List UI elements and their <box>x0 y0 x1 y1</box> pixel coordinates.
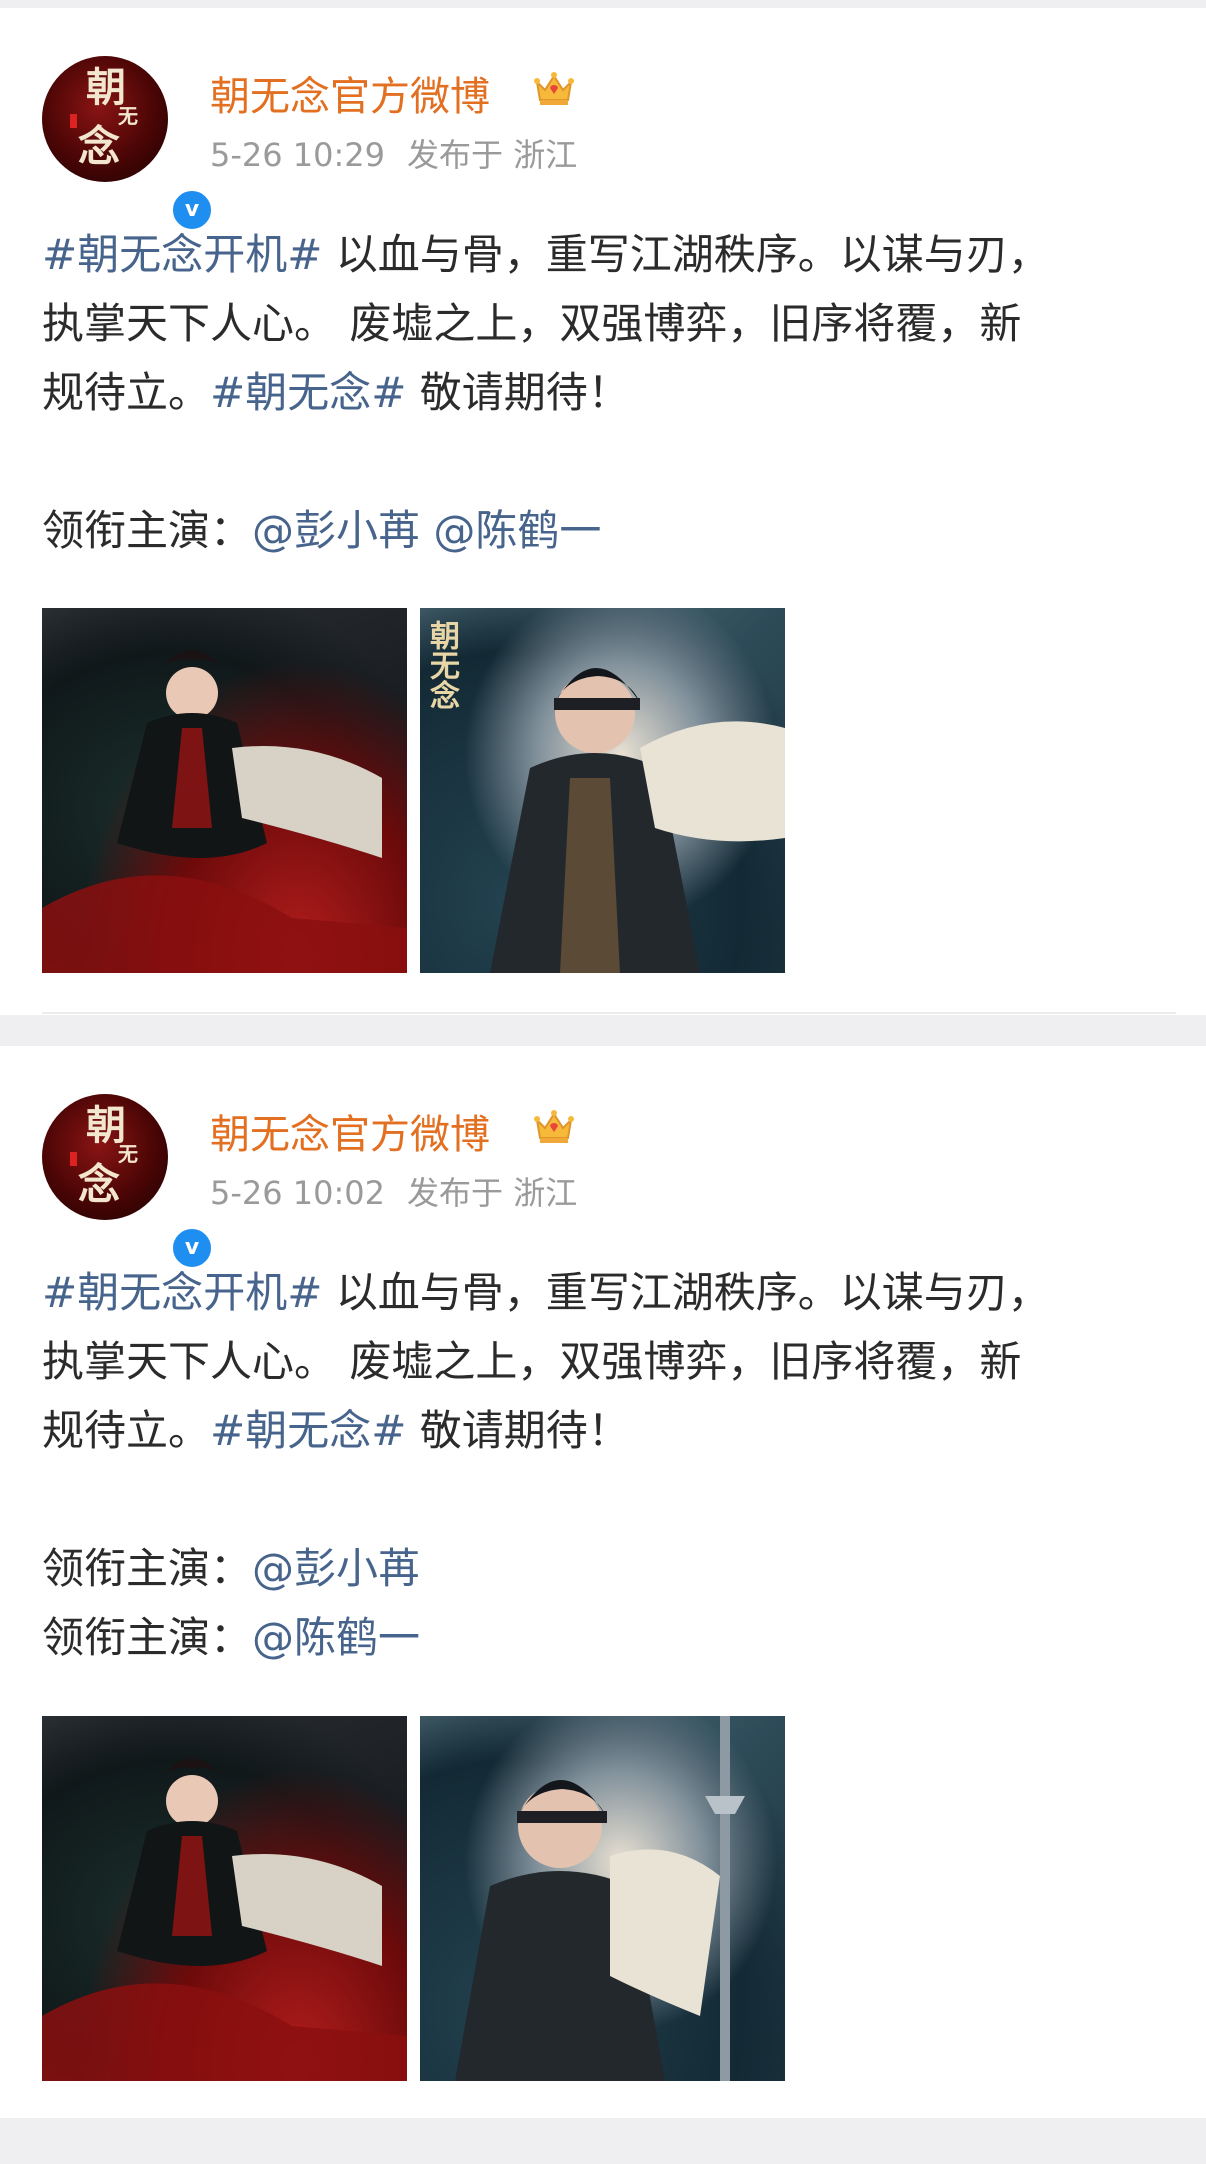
crown-member-icon <box>534 72 574 105</box>
post-time: 5-26 10:02 <box>210 1174 386 1212</box>
hashtag-link[interactable]: #朝无念开机# <box>42 1268 322 1317</box>
author-avatar[interactable]: 朝 无 念 v <box>42 1094 214 1270</box>
weibo-post: 朝 无 念 v 朝无念官方微博 5-26 10:02 发布于 浙江 #朝无念开机#… <box>0 1046 1206 2118</box>
cast-line: 领衔主演：@彭小苒 @陈鹤一 <box>42 496 1172 565</box>
avatar-char: 朝 <box>86 1102 126 1149</box>
avatar-char: 朝 <box>86 64 126 111</box>
avatar-char: 无 <box>118 104 138 128</box>
post-image-woman-poster[interactable] <box>42 608 407 973</box>
hashtag-link[interactable]: #朝无念# <box>210 368 406 417</box>
mention-link[interactable]: @陈鹤一 <box>433 506 601 555</box>
content-text: 规待立。 <box>42 368 211 417</box>
avatar-char: 念 <box>78 122 121 171</box>
mention-link[interactable]: @彭小苒 <box>252 506 420 555</box>
cast-label: 领衔主演： <box>42 506 253 555</box>
woman-figure-illustration <box>42 1758 407 2081</box>
hashtag-link[interactable]: #朝无念# <box>210 1406 406 1455</box>
content-text: 规待立。 <box>42 1406 211 1455</box>
mention-link[interactable]: @陈鹤一 <box>252 1613 420 1662</box>
post-divider <box>42 1012 1176 1014</box>
post-content: #朝无念开机# 以血与骨，重写江湖秩序。以谋与刃， 执掌天下人心。 废墟之上，双… <box>42 220 1172 565</box>
woman-figure-illustration <box>42 650 407 973</box>
post-image-swordsman-sword-poster[interactable] <box>420 1716 785 2081</box>
poster-title: 朝无念 <box>424 620 459 710</box>
content-line: 执掌天下人心。 废墟之上，双强博弈，旧序将覆，新 <box>42 1337 1022 1386</box>
author-name[interactable]: 朝无念官方微博 <box>210 64 490 122</box>
post-location: 发布于 浙江 <box>407 136 578 174</box>
post-image-woman-poster[interactable] <box>42 1716 407 2081</box>
content-line: #朝无念开机# 以血与骨，重写江湖秩序。以谋与刃， <box>42 220 1172 289</box>
cast-label: 领衔主演： <box>42 1613 253 1662</box>
weibo-post: 朝 无 念 v 朝无念官方微博 5-26 10:29 发布于 浙江 #朝无念开机#… <box>0 8 1206 1015</box>
cast-line: 领衔主演：@彭小苒 <box>42 1534 1172 1603</box>
post-meta: 5-26 10:29 发布于 浙江 <box>210 130 577 176</box>
content-line: 规待立。#朝无念# 敬请期待！ <box>42 358 1172 427</box>
avatar-char: 无 <box>118 1142 138 1166</box>
post-meta: 5-26 10:02 发布于 浙江 <box>210 1168 577 1214</box>
post-content: #朝无念开机# 以血与骨，重写江湖秩序。以谋与刃， 执掌天下人心。 废墟之上，双… <box>42 1258 1172 1672</box>
author-avatar[interactable]: 朝 无 念 v <box>42 56 214 232</box>
mention-link[interactable]: @彭小苒 <box>252 1544 420 1593</box>
content-text: 以血与骨，重写江湖秩序。以谋与刃， <box>322 230 1050 279</box>
avatar-char: 念 <box>78 1160 121 1209</box>
content-line: #朝无念开机# 以血与骨，重写江湖秩序。以谋与刃， <box>42 1258 1172 1327</box>
hashtag-link[interactable]: #朝无念开机# <box>42 230 322 279</box>
post-location: 发布于 浙江 <box>407 1174 578 1212</box>
content-text: 以血与骨，重写江湖秩序。以谋与刃， <box>322 1268 1050 1317</box>
content-text: 敬请期待！ <box>406 1406 630 1455</box>
avatar-seal <box>70 114 77 128</box>
content-line: 执掌天下人心。 废墟之上，双强博弈，旧序将覆，新 <box>42 299 1022 348</box>
crown-member-icon <box>534 1110 574 1143</box>
content-text: 敬请期待！ <box>406 368 630 417</box>
swordsman-with-sword-illustration <box>455 1716 745 2081</box>
cast-label: 领衔主演： <box>42 1544 253 1593</box>
swordsman-figure-illustration <box>490 668 785 973</box>
author-name[interactable]: 朝无念官方微博 <box>210 1102 490 1160</box>
content-line: 规待立。#朝无念# 敬请期待！ <box>42 1396 1172 1465</box>
cast-line: 领衔主演：@陈鹤一 <box>42 1603 1172 1672</box>
post-time: 5-26 10:29 <box>210 136 386 174</box>
post-image-swordsman-poster[interactable]: 朝无念 <box>420 608 785 973</box>
avatar-seal <box>70 1152 77 1166</box>
